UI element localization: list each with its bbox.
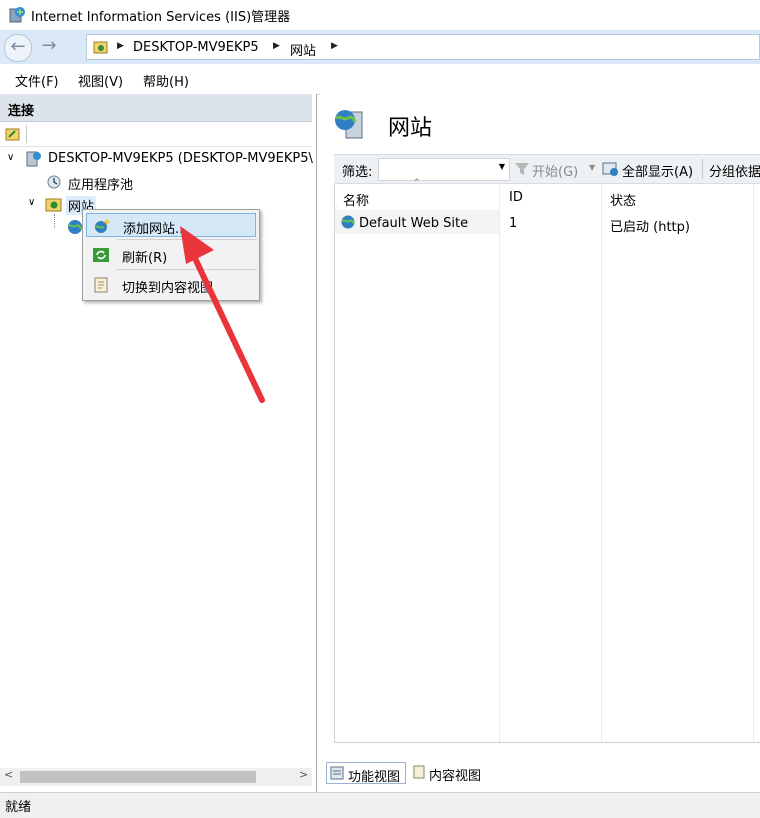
show-all-button[interactable]: 全部显示(A) bbox=[622, 161, 693, 180]
breadcrumb-server[interactable]: DESKTOP-MV9EKP5 bbox=[133, 40, 259, 55]
breadcrumb-sites[interactable]: 网站 bbox=[290, 40, 316, 59]
features-view-icon bbox=[330, 766, 344, 780]
connections-pane: 连接 ∨ DESKTOP-MV9EKP5 (DESKTOP-MV9EKP5\ 应… bbox=[0, 94, 317, 792]
back-button[interactable]: ← bbox=[4, 34, 32, 62]
refresh-icon bbox=[93, 248, 109, 262]
chevron-right-icon: ▶ bbox=[331, 41, 338, 51]
scroll-right-icon[interactable]: > bbox=[299, 768, 308, 781]
connections-toolbar bbox=[0, 122, 312, 147]
sites-list: 名称 ⌃ ID 状态 Default Web Site 1 已启动 (http) bbox=[334, 178, 760, 743]
menu-help[interactable]: 帮助(H) bbox=[143, 71, 189, 90]
globe-icon bbox=[341, 215, 355, 229]
app-pool-icon bbox=[47, 175, 61, 189]
chevron-right-icon: ▶ bbox=[117, 41, 124, 51]
column-separator bbox=[753, 184, 754, 742]
main-pane: 网站 筛选: ▼ 开始(G) ▼ 全部显示(A) 分组依据 名称 ⌃ ID 状态… bbox=[320, 94, 760, 792]
title-bar: Internet Information Services (IIS)管理器 bbox=[0, 0, 760, 30]
filter-input[interactable]: ▼ bbox=[378, 158, 510, 181]
row-status: 已启动 (http) bbox=[610, 220, 690, 235]
toolbar-divider bbox=[26, 125, 27, 143]
toolbar-divider bbox=[702, 159, 703, 179]
window-title: Internet Information Services (IIS)管理器 bbox=[31, 10, 291, 25]
tab-content-view[interactable]: 内容视图 bbox=[410, 762, 490, 784]
sort-up-icon: ⌃ bbox=[413, 178, 421, 188]
list-header bbox=[335, 184, 760, 208]
tree-server[interactable]: DESKTOP-MV9EKP5 (DESKTOP-MV9EKP5\ bbox=[48, 151, 313, 166]
tab-features-view[interactable]: 功能视图 bbox=[326, 762, 406, 785]
row-name[interactable]: Default Web Site bbox=[359, 216, 468, 231]
filter-label: 筛选: bbox=[342, 165, 373, 180]
filter-bar: 筛选: ▼ 开始(G) ▼ 全部显示(A) 分组依据 bbox=[334, 154, 760, 184]
menu-bar: 文件(F) 视图(V) 帮助(H) bbox=[0, 64, 760, 95]
content-view-icon bbox=[94, 277, 108, 293]
address-box[interactable]: ▶ DESKTOP-MV9EKP5 ▶ 网站 ▶ bbox=[86, 34, 760, 60]
annotation-arrow bbox=[180, 226, 265, 403]
start-filter-button[interactable]: 开始(G) bbox=[532, 161, 578, 180]
group-by-button[interactable]: 分组依据 bbox=[709, 161, 760, 180]
back-arrow-icon: ← bbox=[10, 36, 26, 57]
scrollbar-thumb[interactable] bbox=[20, 771, 256, 783]
column-header-id[interactable]: ID bbox=[509, 190, 523, 205]
expand-chevron-icon[interactable]: ∨ bbox=[28, 197, 35, 208]
sites-folder-icon bbox=[45, 198, 62, 212]
content-view-icon bbox=[413, 765, 425, 779]
connections-title: 连接 bbox=[8, 104, 35, 119]
expand-chevron-icon[interactable]: ∨ bbox=[7, 152, 14, 163]
forward-button[interactable]: → bbox=[36, 34, 62, 60]
horizontal-scrollbar[interactable]: < > bbox=[0, 768, 312, 786]
scroll-left-icon[interactable]: < bbox=[4, 768, 13, 781]
column-header-status[interactable]: 状态 bbox=[610, 190, 636, 209]
server-node-icon bbox=[26, 151, 41, 167]
connections-header: 连接 bbox=[0, 94, 312, 122]
dropdown-arrow-icon[interactable]: ▼ bbox=[589, 163, 595, 172]
tree-connector bbox=[54, 214, 56, 228]
menu-file[interactable]: 文件(F) bbox=[15, 71, 59, 90]
address-bar: ← → ▶ DESKTOP-MV9EKP5 ▶ 网站 ▶ bbox=[0, 30, 760, 64]
column-separator bbox=[601, 184, 602, 742]
dropdown-arrow-icon[interactable]: ▼ bbox=[499, 162, 505, 171]
connect-icon[interactable] bbox=[5, 126, 21, 142]
add-site-icon bbox=[95, 218, 111, 233]
sites-heading-icon bbox=[335, 110, 363, 139]
row-id: 1 bbox=[509, 216, 518, 231]
server-icon bbox=[93, 41, 108, 54]
column-header-name[interactable]: 名称 bbox=[343, 190, 369, 209]
chevron-right-icon: ▶ bbox=[273, 41, 280, 51]
forward-arrow-icon: → bbox=[41, 35, 57, 56]
tree-app-pools[interactable]: 应用程序池 bbox=[68, 174, 133, 193]
menu-view[interactable]: 视图(V) bbox=[78, 71, 123, 90]
status-text: 就绪 bbox=[5, 800, 32, 815]
filter-funnel-icon bbox=[515, 163, 529, 175]
status-bar: 就绪 bbox=[0, 792, 760, 818]
column-separator bbox=[499, 184, 500, 742]
page-title: 网站 bbox=[388, 116, 433, 141]
iis-app-icon bbox=[9, 7, 25, 23]
show-all-icon bbox=[602, 162, 618, 176]
